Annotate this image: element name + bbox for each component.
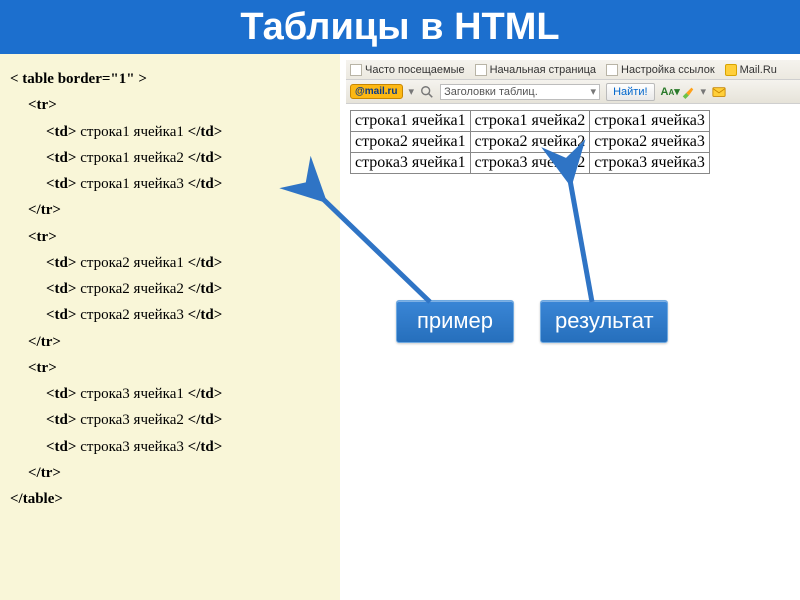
slide-title: Таблицы в HTML	[240, 6, 559, 49]
code-line: <tr>	[10, 355, 332, 381]
search-input[interactable]: Заголовки таблиц. ▾	[440, 84, 600, 100]
search-input-value: Заголовки таблиц.	[444, 86, 538, 98]
folder-icon	[350, 64, 362, 76]
bookmark-startpage[interactable]: Начальная страница	[475, 64, 596, 76]
code-line: <td> строка3 ячейка2 </td>	[10, 407, 332, 433]
table-cell: строка1 ячейка1	[351, 111, 471, 132]
bookmark-label: Настройка ссылок	[621, 64, 715, 76]
find-button[interactable]: Найти!	[606, 83, 654, 101]
code-line: <td> строка1 ячейка3 </td>	[10, 171, 332, 197]
code-line: <td> строка3 ячейка1 </td>	[10, 381, 332, 407]
bookmark-label: Часто посещаемые	[365, 64, 465, 76]
table-cell: строка3 ячейка2	[470, 153, 590, 174]
table-cell: строка2 ячейка3	[590, 132, 710, 153]
callout-label: пример	[417, 308, 493, 333]
callout-example: пример	[396, 300, 514, 343]
rendered-result-table: строка1 ячейка1строка1 ячейка2строка1 яч…	[350, 110, 710, 174]
table-cell: строка3 ячейка3	[590, 153, 710, 174]
font-size-icon[interactable]: AA▾	[661, 85, 675, 99]
code-line: <td> строка2 ячейка1 </td>	[10, 250, 332, 276]
highlighter-icon[interactable]	[681, 85, 695, 99]
bookmarks-bar: Часто посещаемые Начальная страница Наст…	[346, 60, 800, 80]
search-icon	[420, 85, 434, 99]
bookmark-label: Начальная страница	[490, 64, 596, 76]
bookmark-mailru[interactable]: Mail.Ru	[725, 64, 777, 76]
page-icon	[606, 64, 618, 76]
code-example-panel: < table border="1" ><tr><td> строка1 яче…	[0, 54, 340, 600]
code-line: </table>	[10, 486, 332, 512]
table-cell: строка3 ячейка1	[351, 153, 471, 174]
mailru-logo: @mail.ru	[350, 84, 403, 99]
table-row: строка1 ячейка1строка1 ячейка2строка1 яч…	[351, 111, 710, 132]
table-cell: строка1 ячейка2	[470, 111, 590, 132]
code-line: </tr>	[10, 460, 332, 486]
table-row: строка2 ячейка1строка2 ячейка2строка2 яч…	[351, 132, 710, 153]
code-line: <tr>	[10, 92, 332, 118]
code-line: </tr>	[10, 329, 332, 355]
code-line: <td> строка1 ячейка2 </td>	[10, 145, 332, 171]
bookmark-links-settings[interactable]: Настройка ссылок	[606, 64, 715, 76]
table-cell: строка1 ячейка3	[590, 111, 710, 132]
code-line: <tr>	[10, 224, 332, 250]
browser-chrome: Часто посещаемые Начальная страница Наст…	[346, 60, 800, 104]
table-cell: строка2 ячейка1	[351, 132, 471, 153]
at-icon	[725, 64, 737, 76]
table-cell: строка2 ячейка2	[470, 132, 590, 153]
code-line: <td> строка3 ячейка3 </td>	[10, 434, 332, 460]
code-line: </tr>	[10, 197, 332, 223]
table-row: строка3 ячейка1строка3 ячейка2строка3 яч…	[351, 153, 710, 174]
bookmark-label: Mail.Ru	[740, 64, 777, 76]
code-line: <td> строка2 ячейка3 </td>	[10, 302, 332, 328]
callout-result: результат	[540, 300, 668, 343]
code-line: <td> строка2 ячейка2 </td>	[10, 276, 332, 302]
mail-icon[interactable]	[712, 85, 726, 99]
bookmark-frequent[interactable]: Часто посещаемые	[350, 64, 465, 76]
code-line: <td> строка1 ячейка1 </td>	[10, 119, 332, 145]
slide-header: Таблицы в HTML	[0, 0, 800, 54]
callout-label: результат	[555, 308, 654, 333]
search-toolbar: @mail.ru ▾ Заголовки таблиц. ▾ Найти! AA…	[346, 80, 800, 104]
code-line: < table border="1" >	[10, 66, 332, 92]
page-icon	[475, 64, 487, 76]
